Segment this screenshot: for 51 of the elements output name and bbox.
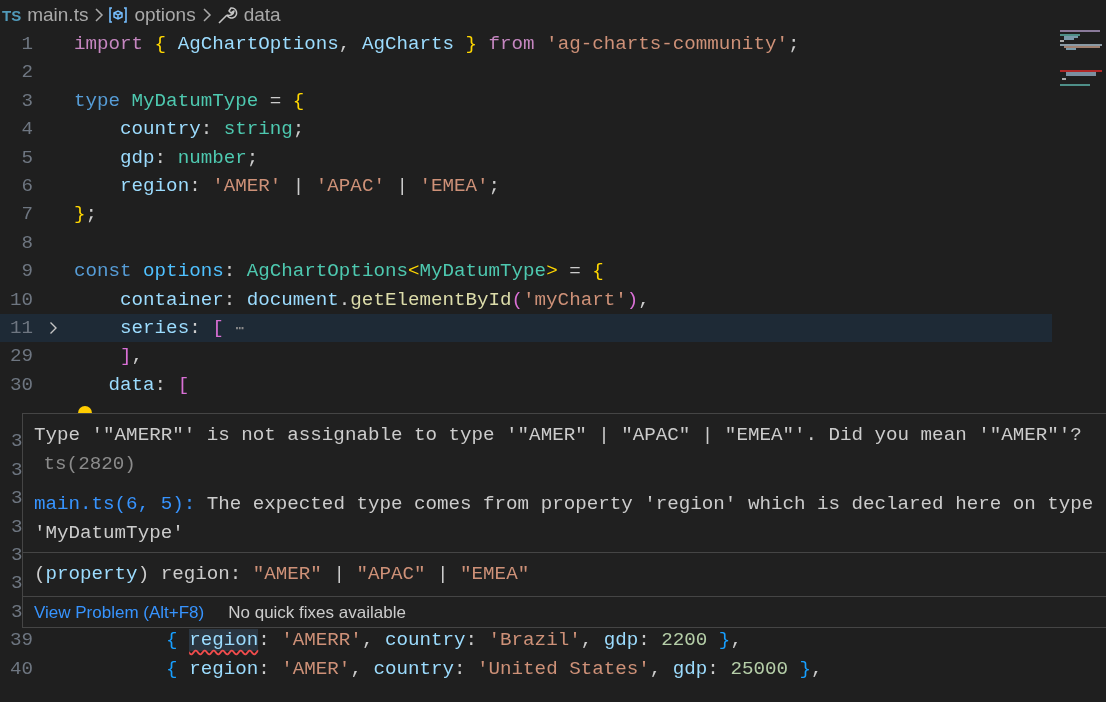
code-line: { region: 'AMER', country: 'United States', gdp: 25000 }, [165,656,823,682]
line-number: 3 [10,429,23,455]
code-line: gdp: number; [119,145,259,171]
related-info: main.ts(6, 5): The expected type comes from property 'region' which is declared here on type 'MyDatumType' [34,492,1095,546]
chevron-icon [94,7,105,23]
code-line: import { AgChartOptions, AgCharts } from 'ag-charts-community'; [74,32,800,57]
error-message: Type '"AMERR"' is not assignable to type '"AMER" | "APAC" | "EMEA"'. Did you mean '"AMER"'? [34,423,1083,448]
line-number: 29 [8,344,33,370]
line-number: 11 [8,315,33,341]
chevron-icon[interactable] [49,321,58,336]
line-number: 8 [20,230,33,256]
code-line: }; [74,202,98,228]
file-type-icon: TS [2,6,22,24]
code-line: container: document.getElementById('myChart'), [119,287,650,313]
line-number: 3 [10,571,23,597]
line-number: 9 [20,259,33,285]
line-number: 4 [20,117,33,143]
line-number: 7 [20,202,33,228]
line-number: 6 [20,173,33,199]
line-number: 3 [10,514,23,540]
line-number: 1 [20,32,33,57]
type-signature: (property) region: "AMER" | "APAC" | "EMEA" [23,552,1106,596]
breadcrumb-item[interactable]: data [241,4,283,26]
minimap-drawing [1058,30,1102,88]
line-number: 40 [8,656,33,682]
code-line: type MyDatumType = { [74,88,305,114]
line-number: 3 [20,88,33,114]
line-number: 3 [10,457,23,483]
line-number: 39 [8,628,33,654]
error-code: ts(2820) [42,452,137,477]
code-line: const options: AgChartOptions<MyDatumType> = { [74,259,604,285]
view-problem-link[interactable]: View Problem (Alt+F8) [34,597,205,627]
line-number: 2 [20,60,33,86]
code-line: ], [119,344,144,370]
code-line: { region: 'AMERR', country: 'Brazil', gdp: 2200 }, [165,628,742,654]
chevron-icon [201,7,212,23]
line-number: 3 [10,543,23,569]
line-number: 5 [20,145,33,171]
code-line: series: [ ⋯ [119,315,245,341]
line-number: 3 [10,486,23,512]
variable-icon [108,6,129,24]
breadcrumb-item[interactable]: options [132,4,198,26]
line-number: 10 [8,287,33,313]
code-line: country: string; [119,117,305,143]
code-line: data: [ [107,372,190,398]
code-line: region: 'AMER' | 'APAC' | 'EMEA'; [119,173,501,199]
breadcrumb-item[interactable]: main.ts [25,4,91,26]
line-number: 3 [10,599,23,625]
status-text: No quick fixes available [228,601,406,624]
location-link[interactable]: main.ts(6, 5): [34,493,196,515]
line-number: 30 [8,372,33,398]
